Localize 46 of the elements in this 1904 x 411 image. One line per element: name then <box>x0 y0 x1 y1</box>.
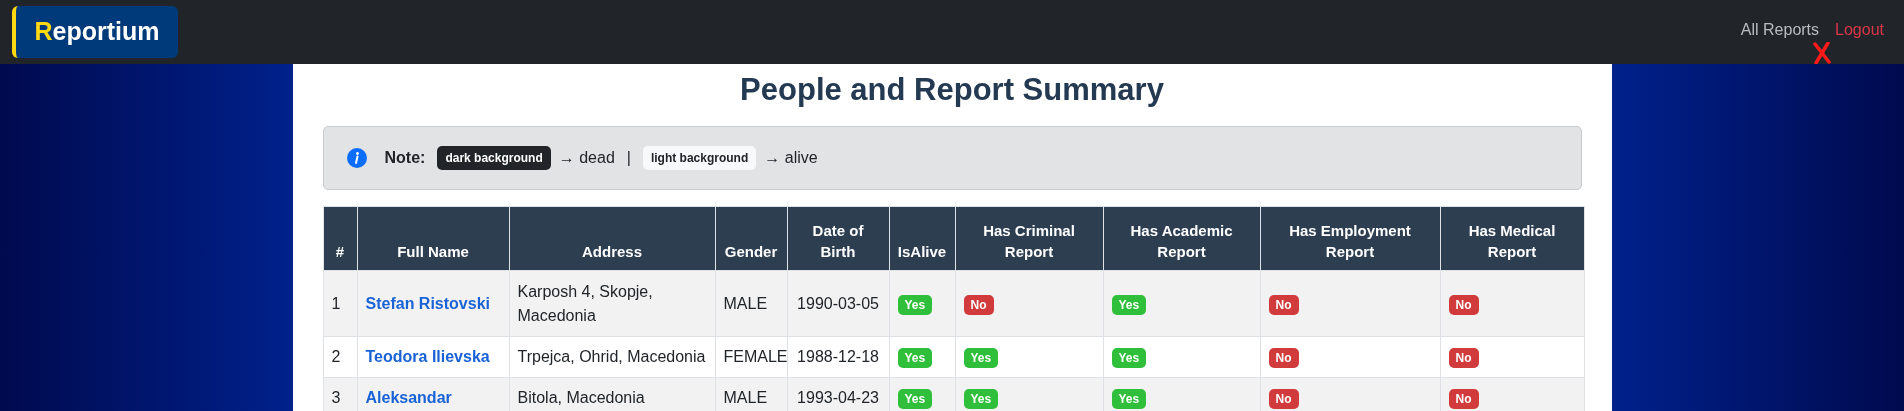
status-badge: Yes <box>963 389 999 409</box>
legend-text: → dead <box>558 148 615 168</box>
status-badge: Yes <box>1111 348 1147 368</box>
status-badge: No <box>1268 348 1299 368</box>
table-cell: Karposh 4, Skopje, Macedonia <box>509 270 715 337</box>
column-header: IsAlive <box>889 206 955 271</box>
table-cell: Trpejca, Ohrid, Macedonia <box>509 336 715 378</box>
table-cell: 1988-12-18 <box>787 336 889 378</box>
logout-link[interactable]: Logout <box>1835 18 1884 42</box>
table-cell: 2 <box>323 336 357 378</box>
table-cell: FEMALE <box>715 336 787 378</box>
status-badge: Yes <box>1111 389 1147 409</box>
table-cell: 1990-03-05 <box>787 270 889 337</box>
table-cell: 3 <box>323 377 357 411</box>
status-badge: Yes <box>897 348 933 368</box>
column-header: Has Employment Report <box>1260 206 1440 271</box>
table-cell: 1 <box>323 270 357 337</box>
status-badge: Yes <box>963 348 999 368</box>
column-header: Has Criminal Report <box>955 206 1103 271</box>
logo[interactable]: Reportium <box>12 6 178 58</box>
page-title: People and Report Summary <box>739 71 1165 109</box>
column-header: Date of Birth <box>787 206 889 271</box>
status-badge: Yes <box>1111 294 1147 315</box>
info-icon <box>346 148 367 168</box>
column-header: Full Name <box>357 206 509 271</box>
column-header: # <box>323 206 357 271</box>
status-badge: No <box>1268 389 1299 409</box>
note-label: Note: <box>384 148 426 168</box>
status-badge: No <box>1448 294 1479 315</box>
status-badge: No <box>963 294 994 315</box>
column-header: Gender <box>715 206 787 271</box>
status-badge: Yes <box>897 294 933 315</box>
separator: | <box>626 148 631 168</box>
column-header: Has Academic Report <box>1103 206 1260 271</box>
x-mark-icon <box>1813 42 1831 64</box>
column-header: Has Medical Report <box>1440 206 1584 271</box>
status-badge: No <box>1268 294 1299 315</box>
status-badge: Yes <box>897 389 933 409</box>
nav-link[interactable]: All Reports <box>1740 18 1820 42</box>
column-header: Address <box>509 206 715 271</box>
legend-badge: dark background <box>437 146 551 170</box>
legend-text: → alive <box>764 148 818 168</box>
legend-badge: light background <box>642 146 757 170</box>
status-badge: No <box>1448 389 1479 409</box>
status-badge: No <box>1448 348 1479 368</box>
table-cell: MALE <box>715 270 787 337</box>
